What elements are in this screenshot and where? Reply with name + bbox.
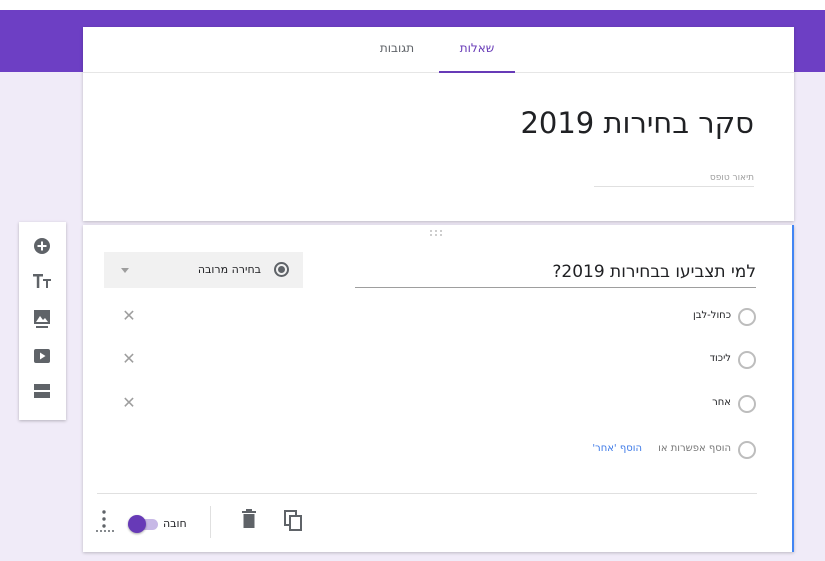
form-header-card: שאלות תגובות סקר בחירות 2019 תיאור טופס (83, 27, 794, 221)
side-toolbar (19, 222, 66, 420)
footer-vertical-divider (210, 506, 211, 538)
add-video-icon[interactable] (30, 344, 54, 368)
option-row: כחול-לבן ✕ (83, 304, 794, 330)
option-radio-icon (738, 441, 756, 459)
add-option-link[interactable]: הוסף אפשרות או (658, 443, 731, 454)
option-radio-icon (738, 351, 756, 369)
option-label[interactable]: אחר (712, 397, 731, 408)
footer-divider (97, 493, 757, 494)
remove-option-icon[interactable]: ✕ (119, 392, 139, 414)
option-label[interactable]: כחול-לבן (693, 310, 731, 321)
remove-option-icon[interactable]: ✕ (119, 305, 139, 327)
add-image-icon[interactable] (30, 306, 54, 330)
required-toggle[interactable] (122, 514, 164, 534)
question-title-text: למי תצביעו בבחירות 2019? (552, 262, 756, 282)
option-radio-icon (738, 395, 756, 413)
add-section-glyph (34, 384, 50, 398)
add-title-icon[interactable] (30, 269, 54, 293)
tab-responses[interactable]: תגובות (371, 41, 423, 73)
more-options-icon[interactable] (95, 508, 119, 534)
multiple-choice-icon (274, 262, 289, 277)
option-radio-icon (738, 308, 756, 326)
form-title[interactable]: סקר בחירות 2019 (520, 106, 754, 140)
more-options-glyph (96, 510, 114, 532)
add-option-row: הוסף אפשרות או הוסף 'אחר' (83, 437, 794, 463)
duplicate-glyph (284, 510, 302, 531)
delete-icon[interactable] (241, 509, 257, 535)
drag-handle-icon[interactable] (429, 229, 443, 238)
add-question-glyph (34, 238, 50, 254)
active-tab-indicator (439, 71, 515, 73)
add-image-glyph (34, 310, 50, 328)
add-title-glyph (33, 274, 51, 288)
tab-responses-label: תגובות (379, 41, 415, 55)
tab-questions-label: שאלות (459, 41, 495, 55)
drag-dots (430, 230, 442, 236)
add-section-icon[interactable] (30, 379, 54, 403)
required-label: חובה (163, 517, 187, 530)
add-question-icon[interactable] (30, 234, 54, 258)
question-type-label: בחירה מרובה (197, 263, 261, 276)
toggle-thumb (128, 515, 146, 533)
active-card-accent (792, 225, 794, 552)
form-description-field[interactable]: תיאור טופס (594, 173, 754, 187)
question-type-select[interactable]: בחירה מרובה (104, 252, 303, 288)
question-title-input[interactable]: למי תצביעו בבחירות 2019? (355, 257, 756, 288)
option-row: אחר ✕ (83, 391, 794, 417)
tab-questions[interactable]: שאלות (439, 41, 515, 73)
add-other-link[interactable]: הוסף 'אחר' (592, 443, 642, 454)
question-card[interactable]: בחירה מרובה למי תצביעו בבחירות 2019? כחו… (83, 225, 794, 552)
remove-option-icon[interactable]: ✕ (119, 348, 139, 370)
tab-bar: שאלות תגובות (83, 27, 794, 73)
trash-glyph (242, 509, 256, 528)
add-video-glyph (34, 349, 50, 363)
duplicate-icon[interactable] (283, 509, 305, 535)
top-strip (0, 0, 825, 10)
dropdown-caret-icon (121, 268, 129, 273)
option-label[interactable]: ליכוד (710, 353, 731, 364)
option-row: ליכוד ✕ (83, 347, 794, 373)
